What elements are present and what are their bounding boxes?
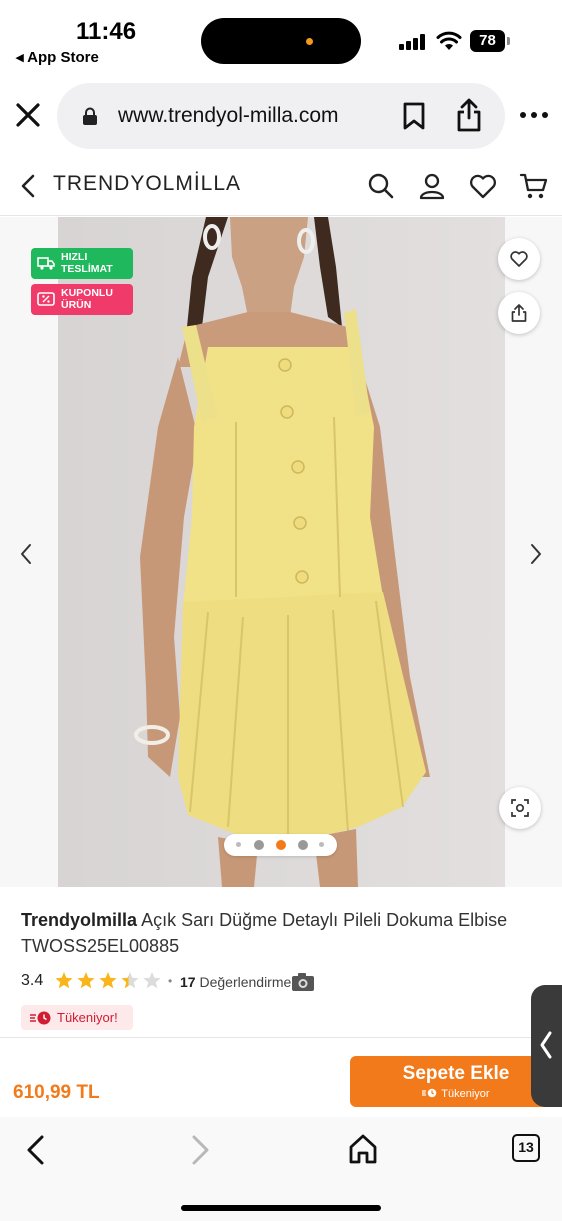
lock-icon: [83, 107, 97, 125]
chevron-left-icon: [540, 1031, 552, 1059]
star-rating: [55, 972, 161, 989]
clock: 11:46: [76, 18, 137, 45]
browser-toolbar: 13: [0, 1117, 562, 1221]
product-photo[interactable]: [58, 217, 505, 887]
next-image-arrow-icon[interactable]: [528, 542, 544, 566]
bookmark-icon[interactable]: [401, 101, 427, 131]
signal-icon: [399, 34, 429, 50]
favorite-button[interactable]: [498, 238, 540, 280]
heart-icon: [510, 251, 528, 267]
product-title: Trendyolmilla Açık Sarı Düğme Detaylı Pi…: [21, 907, 551, 959]
star-1: [55, 972, 73, 989]
price: 610,99 TL: [13, 1082, 100, 1103]
tabs-button[interactable]: 13: [512, 1134, 540, 1162]
product-brand[interactable]: Trendyolmilla: [21, 910, 137, 930]
review-label: Değerlendirme: [199, 974, 292, 990]
share-product-button[interactable]: [498, 292, 540, 334]
search-icon[interactable]: [366, 171, 396, 201]
review-count[interactable]: 17 Değerlendirme: [180, 974, 291, 990]
battery-icon: 78: [470, 30, 510, 52]
dynamic-island: [201, 18, 361, 64]
home-indicator: [181, 1205, 381, 1211]
dress-illustration: [58, 217, 505, 887]
status-bar: 11:46 ◂ App Store 78: [0, 0, 562, 76]
page-dot[interactable]: [319, 842, 324, 847]
star-2: [77, 972, 95, 989]
cart-sub-text: Tükeniyor: [441, 1088, 490, 1100]
coupon-badge: KUPONLU ÜRÜN: [31, 284, 133, 315]
back-arrow-icon[interactable]: [22, 1133, 50, 1167]
badge-line-1: KUPONLU: [61, 287, 113, 299]
page-dot[interactable]: [298, 840, 308, 850]
star-3: [99, 972, 117, 989]
product-info: Trendyolmilla Açık Sarı Düğme Detaylı Pi…: [0, 887, 562, 1037]
brand-logo[interactable]: TRENDYOLMİLLA: [53, 172, 241, 196]
cart-icon[interactable]: [519, 171, 549, 201]
side-panel-handle[interactable]: [531, 985, 562, 1107]
browser-address-row: www.trendyol-milla.com: [0, 76, 562, 156]
page-dot[interactable]: [236, 842, 241, 847]
page-dot-active[interactable]: [276, 840, 286, 850]
url-text: www.trendyol-milla.com: [118, 104, 339, 127]
address-bar[interactable]: www.trendyol-milla.com: [57, 83, 505, 149]
visual-search-button[interactable]: [499, 787, 541, 829]
review-number: 17: [180, 974, 196, 990]
separator-dot: •: [168, 974, 173, 988]
page-dot[interactable]: [254, 840, 264, 850]
star-4: [121, 972, 139, 989]
home-icon[interactable]: [348, 1133, 378, 1165]
truck-icon: [37, 257, 55, 270]
share-icon[interactable]: [455, 97, 483, 133]
share-icon: [511, 304, 527, 322]
scan-icon: [511, 799, 529, 817]
more-icon[interactable]: [520, 112, 550, 120]
clock-icon: [422, 1088, 437, 1098]
wifi-icon: [436, 31, 462, 50]
star-5: [143, 972, 161, 989]
stock-warning-tag: Tükeniyor!: [21, 1005, 133, 1030]
close-icon[interactable]: [14, 101, 42, 129]
product-gallery[interactable]: HIZLI TESLİMAT KUPONLU ÜRÜN: [0, 217, 562, 887]
coupon-icon: [37, 292, 55, 306]
clock-icon: [30, 1011, 51, 1025]
badge-line-2: ÜRÜN: [61, 299, 92, 311]
back-to-app-store-link[interactable]: ◂ App Store: [16, 48, 99, 66]
fast-delivery-badge: HIZLI TESLİMAT: [31, 248, 133, 279]
stock-warning-text: Tükeniyor!: [57, 1010, 118, 1025]
previous-image-arrow-icon[interactable]: [18, 542, 34, 566]
user-icon[interactable]: [417, 171, 447, 201]
rating-row[interactable]: 3.4 • 17 Değerlendirme: [21, 971, 421, 993]
battery-level: 78: [470, 30, 505, 52]
rating-value: 3.4: [21, 972, 44, 989]
badge-line-1: HIZLI: [61, 251, 88, 263]
indicator-dot: [306, 38, 313, 45]
image-pagination[interactable]: [224, 834, 337, 856]
camera-icon: [292, 973, 314, 991]
heart-icon[interactable]: [468, 171, 498, 201]
forward-arrow-icon[interactable]: [186, 1133, 214, 1167]
badge-line-2: TESLİMAT: [61, 263, 113, 275]
buy-bar: 610,99 TL Sepete Ekle Tükeniyor: [0, 1037, 562, 1117]
site-header: TRENDYOLMİLLA: [0, 156, 562, 216]
back-icon[interactable]: [18, 172, 38, 200]
